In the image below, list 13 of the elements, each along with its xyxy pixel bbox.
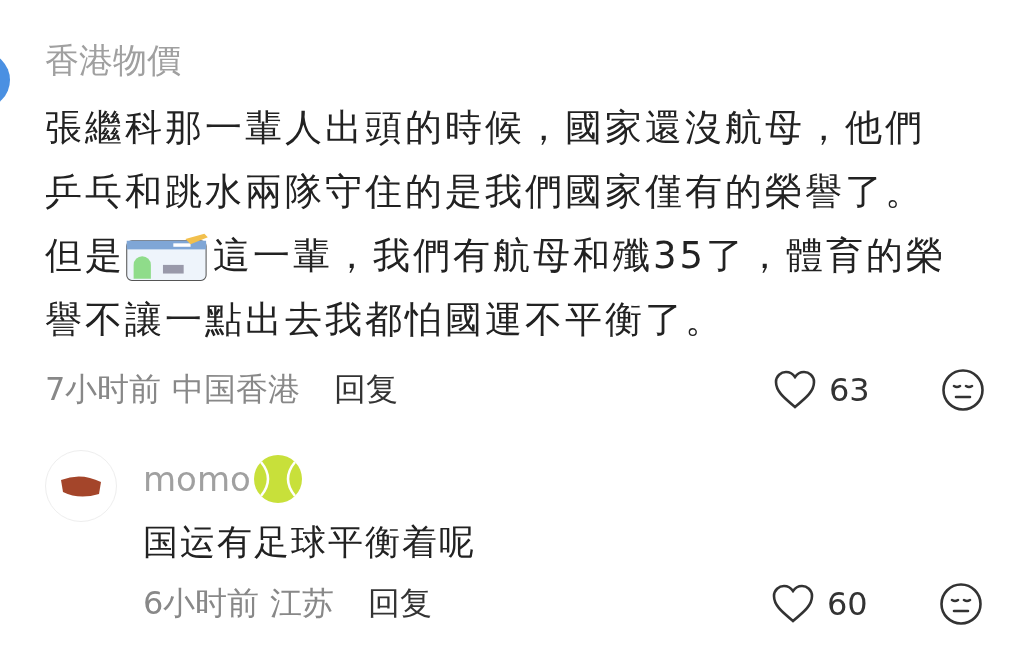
reply-button[interactable]: 回复	[367, 582, 432, 626]
reply-button[interactable]: 回复	[333, 368, 398, 412]
reply-text: 国运有足球平衡着呢	[143, 521, 477, 564]
neutral-face-icon[interactable]	[941, 368, 985, 412]
comment-meta: 6小时前 江苏	[143, 583, 334, 624]
like-count: 63	[829, 371, 871, 409]
heart-icon[interactable]	[773, 370, 817, 410]
tennis-ball-icon	[252, 454, 303, 504]
comment-meta: 7小时前 中国香港	[45, 369, 300, 410]
neutral-face-icon[interactable]	[939, 582, 983, 626]
comment-text: 張繼科那一輩人出頭的時候，國家還沒航母，他們乒乓和跳水兩隊守住的是我們國家僅有的榮譽了。但是 這一輩，我們有航母和殲35了，體育的榮譽不讓一點出去我都怕國運不平衡了。	[45, 105, 948, 343]
like-count: 60	[827, 585, 869, 623]
heart-icon[interactable]	[771, 584, 815, 624]
